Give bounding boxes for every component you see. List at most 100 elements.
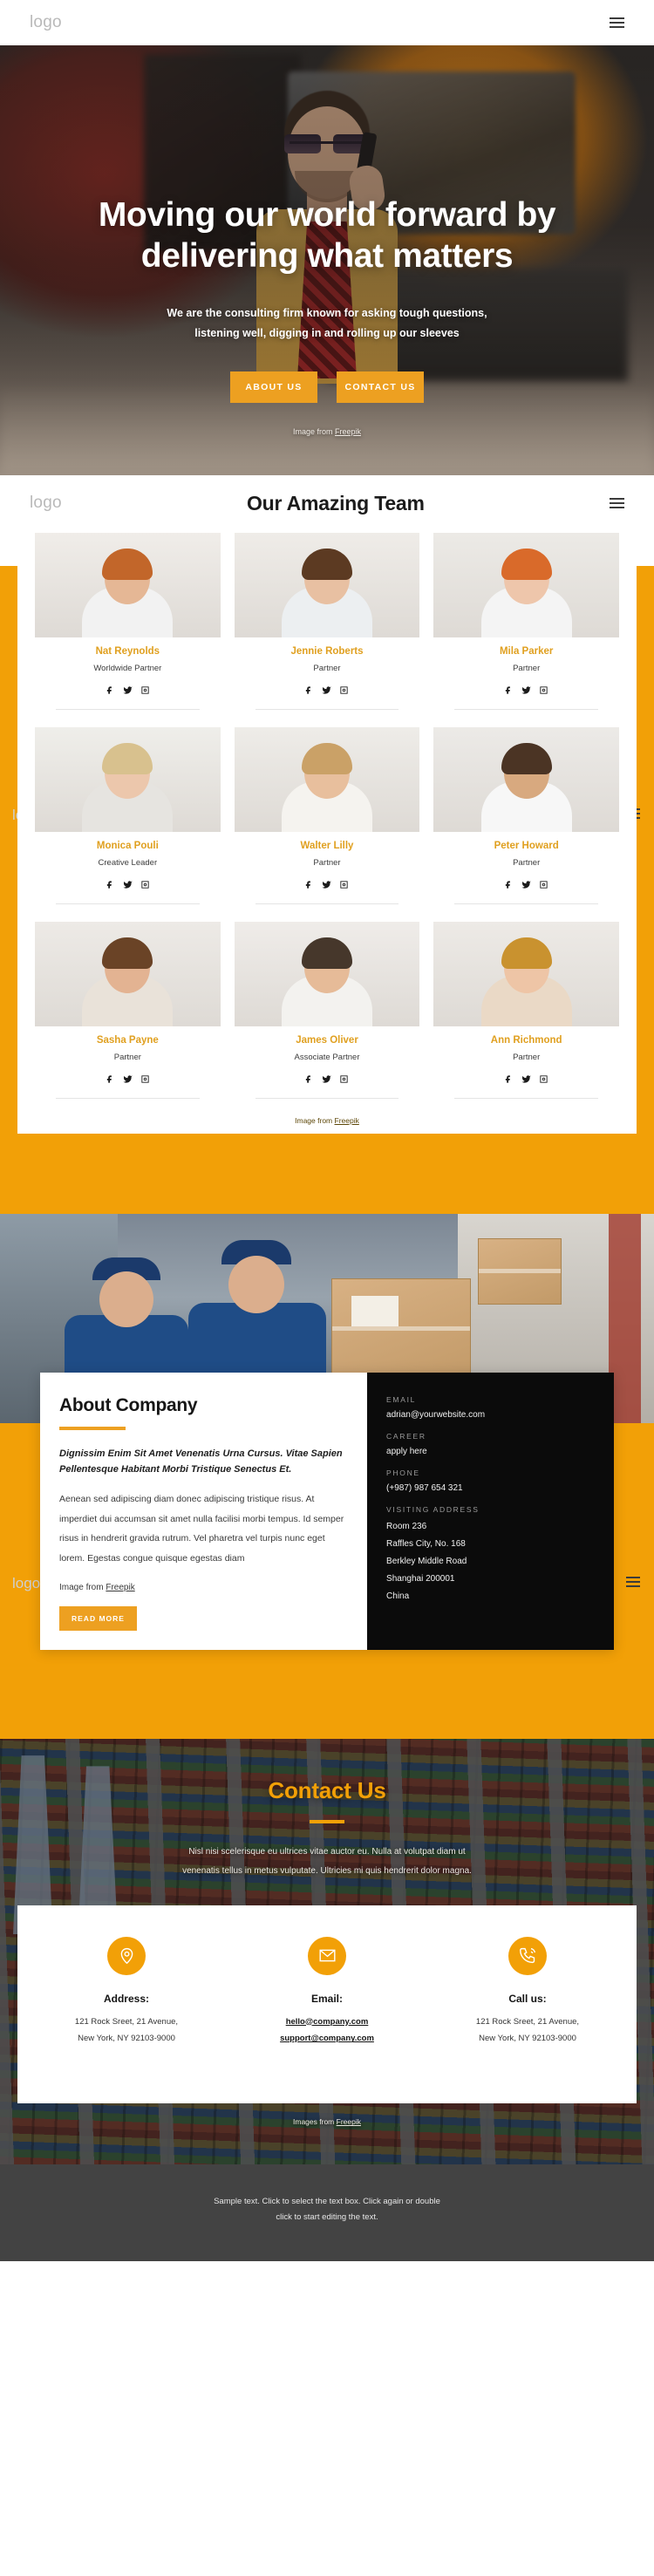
team-member-role: Worldwide Partner <box>93 664 162 673</box>
about-credit-prefix: Image from <box>59 1582 106 1592</box>
team-logo[interactable]: logo <box>30 494 62 513</box>
facebook-icon[interactable] <box>504 684 514 699</box>
about-side-logo[interactable]: logo <box>12 1575 40 1592</box>
team-member-social-links <box>240 684 415 699</box>
hero-subtitle-line-1: We are the consulting firm known for ask… <box>167 306 487 319</box>
team-member-photo <box>433 922 619 1026</box>
instagram-icon[interactable] <box>140 1073 150 1088</box>
team-member-divider <box>255 1098 399 1099</box>
about-credit-link[interactable]: Freepik <box>106 1583 134 1592</box>
hero-subtitle: We are the consulting firm known for ask… <box>0 303 654 344</box>
twitter-icon[interactable] <box>322 1073 332 1088</box>
contact-card-title: Email: <box>310 1992 343 2005</box>
facebook-icon[interactable] <box>304 684 314 699</box>
hero-title-line-2: delivering what matters <box>140 236 514 275</box>
contact-email-secondary[interactable]: support@company.com <box>227 2030 427 2048</box>
team-member-photo <box>234 727 420 832</box>
contact-card: Email: hello@company.com support@company.c… <box>227 1936 427 2048</box>
contact-card-title: Call us: <box>508 1992 547 2005</box>
team-member-social-links <box>240 1073 415 1088</box>
site-logo[interactable]: logo <box>30 13 62 32</box>
about-us-button[interactable]: ABOUT US <box>230 371 317 403</box>
email-link[interactable]: adrian@yourwebsite.com <box>386 1410 485 1420</box>
contact-divider <box>310 1819 344 1823</box>
facebook-icon[interactable] <box>304 878 314 894</box>
facebook-icon[interactable] <box>106 684 115 699</box>
cardboard-box-small <box>478 1238 562 1305</box>
twitter-icon[interactable] <box>521 1073 531 1088</box>
contact-email-primary[interactable]: hello@company.com <box>227 2014 427 2031</box>
team-hamburger-menu-icon[interactable] <box>609 498 624 508</box>
team-member-social-links <box>439 1073 614 1088</box>
phone-icon <box>508 1936 547 1975</box>
instagram-icon[interactable] <box>539 878 548 894</box>
instagram-icon[interactable] <box>339 878 349 894</box>
facebook-icon[interactable] <box>304 1073 314 1088</box>
team-member-photo <box>35 727 221 832</box>
facebook-icon[interactable] <box>106 1073 115 1088</box>
instagram-icon[interactable] <box>339 684 349 699</box>
team-member-role: Partner <box>513 858 541 868</box>
team-member-photo <box>35 533 221 637</box>
team-member-divider <box>56 1098 200 1099</box>
team-member-card: Mila Parker Partner <box>433 533 619 715</box>
address-line: China <box>386 1591 410 1601</box>
team-member-name: Walter Lilly <box>300 841 354 851</box>
team-card-panel: Nat Reynolds Worldwide Partner Jennie Robe… <box>17 521 637 1134</box>
instagram-icon[interactable] <box>339 1073 349 1088</box>
twitter-icon[interactable] <box>521 878 531 894</box>
team-member-role: Partner <box>513 1053 541 1062</box>
about-side-hamburger-icon[interactable] <box>626 1577 640 1587</box>
twitter-icon[interactable] <box>322 878 332 894</box>
team-member-divider <box>255 709 399 710</box>
read-more-button[interactable]: READ MORE <box>59 1605 137 1631</box>
twitter-icon[interactable] <box>322 684 332 699</box>
hero-credit-link[interactable]: Freepik <box>335 427 361 436</box>
team-member-social-links <box>40 878 215 894</box>
contact-section: Contact Us Nisl nisi scelerisque eu ultr… <box>0 1738 654 2165</box>
contact-card-lines: 121 Rock Sreet, 21 Avenue, New York, NY 9… <box>427 2014 628 2048</box>
hamburger-menu-icon[interactable] <box>610 17 624 28</box>
career-link[interactable]: apply here <box>386 1447 427 1456</box>
contact-image-credit: Images from Freepik <box>0 2103 654 2164</box>
team-member-name: Nat Reynolds <box>95 646 160 657</box>
facebook-icon[interactable] <box>504 1073 514 1088</box>
instagram-icon[interactable] <box>140 684 150 699</box>
team-section: logo Our Amazing Team logo Nat ReynoldsW… <box>0 475 654 1214</box>
cardboard-box <box>331 1278 471 1383</box>
instagram-icon[interactable] <box>539 684 548 699</box>
team-member-social-links <box>40 1073 215 1088</box>
twitter-icon[interactable] <box>521 684 531 699</box>
team-member-social-links <box>240 878 415 894</box>
twitter-icon[interactable] <box>123 684 133 699</box>
facebook-icon[interactable] <box>106 878 115 894</box>
contact-card-title: Address: <box>103 1992 149 2005</box>
instagram-icon[interactable] <box>140 878 150 894</box>
contact-card-line-1: 121 Rock Sreet, 21 Avenue, <box>74 2016 179 2027</box>
contact-credit-link[interactable]: Freepik <box>337 2117 361 2126</box>
envelope-icon <box>308 1936 346 1975</box>
address-line: Berkley Middle Road <box>386 1557 467 1566</box>
about-image-credit: Image from Freepik <box>59 1583 348 1592</box>
footer-line-1: Sample text. Click to select the text bo… <box>214 2197 440 2207</box>
contact-card-lines: 121 Rock Sreet, 21 Avenue, New York, NY 9… <box>26 2014 227 2048</box>
twitter-icon[interactable] <box>123 1073 133 1088</box>
email-value[interactable]: adrian@yourwebsite.com <box>386 1410 595 1420</box>
top-navbar: logo <box>0 0 654 45</box>
career-value[interactable]: apply here <box>386 1447 595 1456</box>
contact-card: Call us: 121 Rock Sreet, 21 Avenue, New Yo… <box>427 1936 628 2048</box>
team-member-photo <box>433 533 619 637</box>
team-grid: Nat Reynolds Worldwide Partner Jennie Robe… <box>35 533 619 1104</box>
twitter-icon[interactable] <box>123 878 133 894</box>
address-line: Room 236 <box>386 1522 427 1531</box>
instagram-icon[interactable] <box>539 1073 548 1088</box>
about-body-text: Aenean sed adipiscing diam donec adipisc… <box>59 1494 344 1564</box>
team-member-photo <box>433 727 619 832</box>
team-orange-band: logo Nat ReynoldsWorldwide PartnerJennie… <box>0 521 654 1214</box>
team-member-name: Sasha Payne <box>96 1035 159 1046</box>
contact-subtitle-line-2: venenatis tellus in metus vulputate. Ult… <box>182 1865 472 1876</box>
team-member-divider <box>454 1098 598 1099</box>
facebook-icon[interactable] <box>504 878 514 894</box>
contact-us-button[interactable]: CONTACT US <box>337 371 424 403</box>
team-credit-link[interactable]: Freepik <box>335 1116 359 1125</box>
